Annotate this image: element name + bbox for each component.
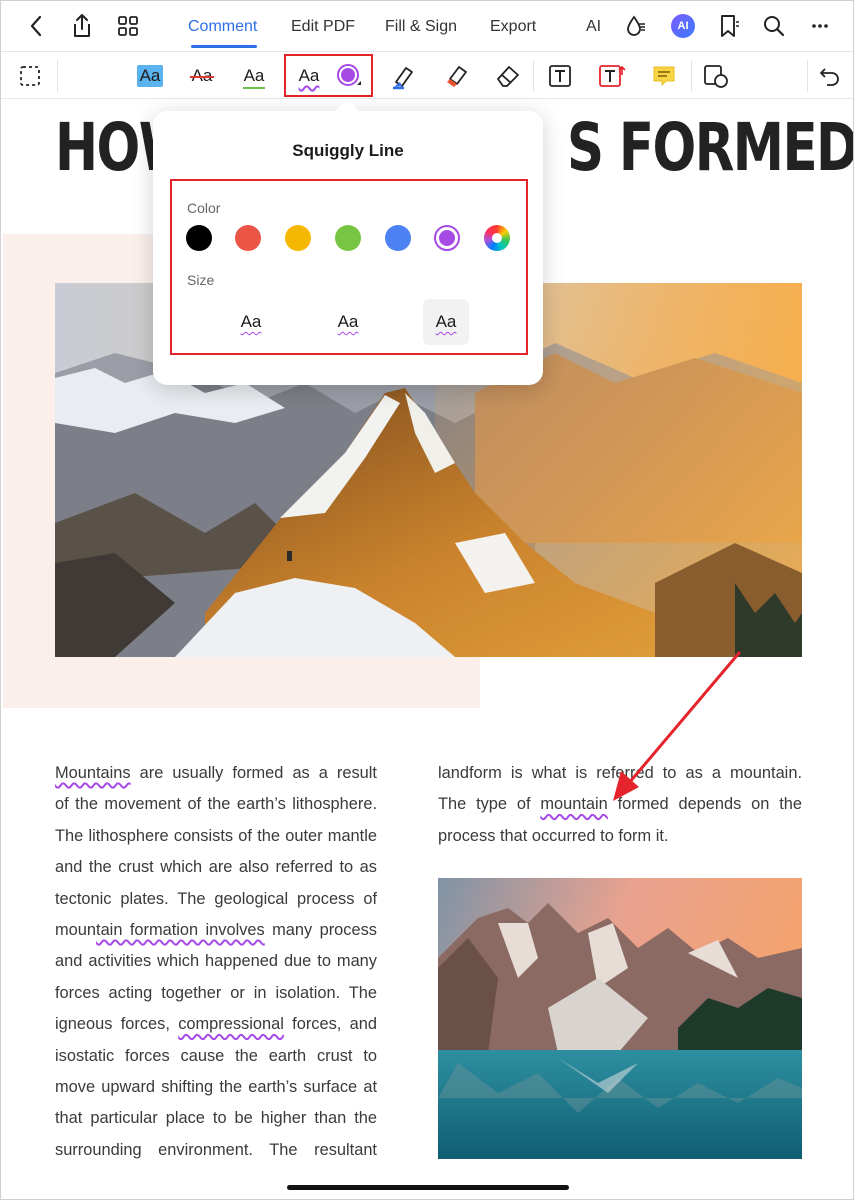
size-option-label: Aa bbox=[240, 312, 262, 331]
paragraph-line: of the movement of the earth’s lithosphe… bbox=[55, 795, 377, 814]
toolbar-divider bbox=[533, 60, 534, 92]
color-swatch-yellow[interactable] bbox=[285, 225, 311, 251]
annotation-toolbar: Aa Aa Aa Aa bbox=[1, 51, 853, 99]
squiggly-annotation[interactable]: compressional bbox=[178, 1015, 284, 1033]
typewriter-icon[interactable] bbox=[597, 62, 627, 90]
text-run: are usually formed as a result bbox=[130, 764, 377, 782]
color-swatch-black[interactable] bbox=[186, 225, 212, 251]
selected-tool-highlight bbox=[284, 54, 373, 97]
strikethrough-tool-button[interactable]: Aa bbox=[187, 62, 217, 90]
squiggly-annotation[interactable]: tain formation involves bbox=[96, 921, 265, 939]
paragraph-line: that particular place to be higher than … bbox=[55, 1109, 377, 1128]
textbox-icon[interactable] bbox=[545, 62, 575, 90]
color-swatch-green[interactable] bbox=[335, 225, 361, 251]
toolbar-divider bbox=[691, 60, 692, 92]
underline-tool-button[interactable]: Aa bbox=[239, 62, 269, 90]
paragraph-line: move upward shifting the earth’s surface… bbox=[55, 1078, 377, 1097]
toolbar-divider bbox=[57, 60, 58, 92]
size-label: Size bbox=[187, 272, 215, 288]
color-swatch-red[interactable] bbox=[235, 225, 261, 251]
ink-drop-icon[interactable] bbox=[621, 11, 651, 41]
paragraph-line: tectonic plates. The geological process … bbox=[55, 889, 377, 908]
tab-ai[interactable]: AI bbox=[586, 17, 601, 37]
squiggly-line-popover: Squiggly Line Color Size Aa Aa Aa bbox=[153, 99, 543, 385]
right-text-column: landform is what is referred to as a mou… bbox=[438, 758, 802, 852]
tab-edit-pdf[interactable]: Edit PDF bbox=[291, 17, 355, 37]
text-run: The type of bbox=[438, 795, 541, 814]
page-heading-right: S FORMED? bbox=[567, 109, 854, 186]
tab-export[interactable]: Export bbox=[490, 17, 536, 37]
paragraph-line: The lithosphere consists of the outer ma… bbox=[55, 826, 377, 845]
squiggly-annotation[interactable]: Mountains bbox=[55, 764, 131, 782]
color-swatch-purple[interactable] bbox=[434, 225, 460, 251]
left-text-column: Mountains are usually formed as a result… bbox=[55, 758, 377, 1166]
squiggly-annotation[interactable]: mountain bbox=[540, 795, 607, 813]
text-run: formed depends on the bbox=[607, 795, 802, 814]
paragraph-line: Mountains are usually formed as a result bbox=[55, 758, 377, 789]
ai-badge-label: AI bbox=[671, 14, 695, 38]
paragraph-line: and activities which happened due to man… bbox=[55, 952, 377, 971]
color-label: Color bbox=[187, 200, 221, 216]
color-wheel-icon[interactable] bbox=[484, 225, 510, 251]
more-icon[interactable] bbox=[805, 11, 835, 41]
size-option-small[interactable]: Aa bbox=[228, 299, 274, 345]
popover-caret bbox=[334, 99, 360, 125]
grid-icon[interactable] bbox=[113, 11, 143, 41]
paragraph-line: and the crust which are also referred to… bbox=[55, 858, 377, 877]
highlight-tool-button[interactable]: Aa bbox=[135, 62, 165, 90]
paragraph-line: landform is what is referred to as a mou… bbox=[438, 764, 802, 782]
highlighter-icon[interactable] bbox=[441, 62, 471, 90]
pen-icon[interactable] bbox=[389, 62, 419, 90]
ai-badge-icon[interactable]: AI bbox=[668, 11, 698, 41]
paragraph-line: isostatic forces cause the earth crust t… bbox=[55, 1046, 377, 1065]
paragraph-line: The type of mountain formed depends on t… bbox=[438, 789, 802, 820]
strikethrough-tool-label: Aa bbox=[189, 66, 215, 85]
color-swatch-blue[interactable] bbox=[385, 225, 411, 251]
highlight-tool-label: Aa bbox=[136, 65, 164, 87]
size-option-label: Aa bbox=[435, 312, 457, 331]
size-option-label: Aa bbox=[337, 312, 359, 331]
active-tab-indicator bbox=[191, 45, 257, 48]
paragraph-line: surrounding environment. The resultant bbox=[55, 1140, 377, 1159]
lake-mountain-image bbox=[438, 878, 802, 1159]
paragraph-line: mountain formation involves many process bbox=[55, 915, 377, 946]
top-nav-bar: Comment Edit PDF Fill & Sign Export AI A… bbox=[1, 1, 853, 51]
toolbar-divider bbox=[807, 60, 808, 92]
text-run: moun bbox=[55, 921, 97, 940]
search-icon[interactable] bbox=[759, 11, 789, 41]
size-option-large[interactable]: Aa bbox=[423, 299, 469, 345]
app-window: Comment Edit PDF Fill & Sign Export AI A… bbox=[0, 0, 854, 1200]
tab-fill-sign[interactable]: Fill & Sign bbox=[385, 17, 457, 37]
text-run: igneous forces, bbox=[55, 1015, 179, 1034]
tab-comment[interactable]: Comment bbox=[188, 17, 257, 37]
eraser-icon[interactable] bbox=[493, 62, 523, 90]
shapes-icon[interactable] bbox=[701, 62, 731, 90]
home-indicator bbox=[287, 1185, 569, 1190]
bookmark-icon[interactable] bbox=[714, 11, 744, 41]
text-run: many process bbox=[264, 921, 377, 940]
back-icon[interactable] bbox=[21, 11, 51, 41]
note-icon[interactable] bbox=[649, 62, 679, 90]
text-run: forces, and bbox=[283, 1015, 377, 1034]
paragraph-line: forces acting together or in isolation. … bbox=[55, 983, 377, 1002]
underline-tool-label: Aa bbox=[242, 66, 266, 89]
size-option-medium[interactable]: Aa bbox=[325, 299, 371, 345]
share-icon[interactable] bbox=[67, 11, 97, 41]
paragraph-line: igneous forces, compressional forces, an… bbox=[55, 1009, 377, 1040]
paragraph-line: process that occurred to form it. bbox=[438, 826, 669, 845]
popover-title: Squiggly Line bbox=[292, 141, 404, 160]
undo-icon[interactable] bbox=[815, 62, 845, 90]
dashed-select-icon[interactable] bbox=[17, 62, 43, 90]
